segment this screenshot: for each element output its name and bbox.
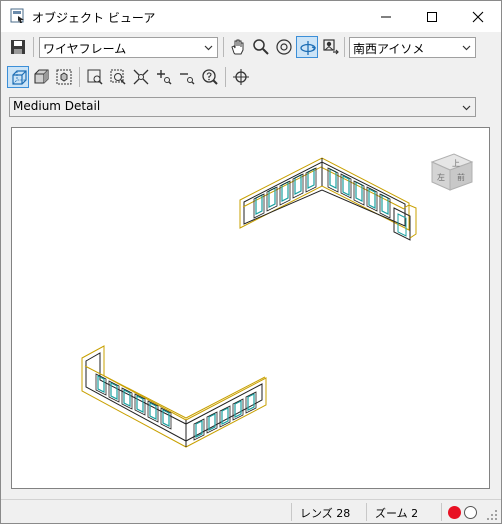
status-bar: レンズ 28 ズーム 2 [1, 499, 501, 523]
toolbar-separator [33, 37, 34, 57]
zoom-button[interactable] [250, 36, 272, 58]
zoom-help-button[interactable] [199, 66, 221, 88]
view-dropdown[interactable]: 南西アイソメ [349, 37, 476, 58]
save-icon [11, 40, 25, 54]
object-viewer-icon [10, 8, 26, 24]
minimize-button[interactable] [363, 1, 409, 32]
status-divider [441, 503, 442, 521]
status-red-dot [448, 506, 461, 519]
toolbar-primary: ワイヤフレーム 南西アイソメ [1, 35, 501, 61]
viewcube-front-label: 前 [457, 172, 465, 182]
zoom-in-icon [157, 70, 172, 85]
pan-hand-icon [231, 39, 244, 55]
lens-status: レンズ 28 [291, 503, 363, 521]
toolbar-separator [225, 67, 226, 87]
visual-style-value: ワイヤフレーム [43, 42, 127, 56]
toolbar-secondary [1, 65, 501, 91]
zoom-help-icon [202, 69, 218, 85]
detail-level-dropdown[interactable]: Medium Detail [9, 97, 476, 117]
zoom-status: ズーム 2 [366, 503, 438, 521]
detail-level-value: Medium Detail [13, 99, 101, 113]
zoom-extents-icon [133, 69, 149, 85]
shaded-box-button[interactable] [30, 66, 52, 88]
wireframe-box-icon [12, 70, 27, 85]
zoom-in-button[interactable] [153, 66, 175, 88]
camera-button[interactable] [319, 36, 341, 58]
camera-icon [323, 39, 339, 55]
maximize-button[interactable] [409, 1, 455, 32]
wall-model-lower [81, 345, 267, 448]
view-value: 南西アイソメ [353, 42, 425, 56]
viewcube-top-label: 上 [452, 159, 460, 168]
toolbar-separator [79, 67, 80, 87]
constrained-orbit-icon [300, 41, 317, 55]
orbit-button[interactable] [273, 36, 295, 58]
object-viewer-window: オブジェクト ビューア ワイヤフレーム 南西アイソメ Medium Detail… [0, 0, 502, 524]
target-crosshair-icon [233, 69, 249, 85]
chevron-down-icon [462, 105, 471, 111]
toolbar-separator [344, 37, 345, 57]
target-button[interactable] [230, 66, 252, 88]
viewcube[interactable]: 上 左 前 [430, 153, 474, 191]
viewcube-icon [56, 69, 72, 85]
wall-model-upper [239, 157, 417, 241]
visual-style-dropdown[interactable]: ワイヤフレーム [39, 37, 218, 58]
viewcube-button[interactable] [53, 66, 75, 88]
resize-grip-icon[interactable] [487, 510, 498, 521]
constrained-orbit-button[interactable] [296, 36, 318, 58]
zoom-window-icon [87, 69, 103, 85]
status-white-dot [464, 506, 477, 519]
window-title: オブジェクト ビューア [32, 11, 156, 25]
zoom-out-button[interactable] [176, 66, 198, 88]
wireframe-box-button[interactable] [7, 66, 29, 88]
3d-viewport[interactable]: 上 左 前 [11, 127, 490, 489]
chevron-down-icon [204, 45, 213, 51]
zoom-window-button[interactable] [84, 66, 106, 88]
toolbar-separator [223, 37, 224, 57]
title-bar: オブジェクト ビューア [1, 1, 501, 32]
shaded-box-icon [34, 69, 49, 84]
zoom-realtime-button[interactable] [107, 66, 129, 88]
zoom-realtime-icon [110, 69, 126, 85]
zoom-out-icon [180, 73, 195, 85]
save-button[interactable] [7, 36, 29, 58]
zoom-extents-button[interactable] [130, 66, 152, 88]
chevron-down-icon [462, 45, 471, 51]
model-canvas: 上 左 前 [81, 153, 474, 448]
zoom-icon [253, 39, 269, 55]
pan-button[interactable] [227, 36, 249, 58]
close-button[interactable] [455, 1, 501, 32]
orbit-icon [276, 39, 292, 55]
viewcube-left-label: 左 [437, 172, 445, 182]
